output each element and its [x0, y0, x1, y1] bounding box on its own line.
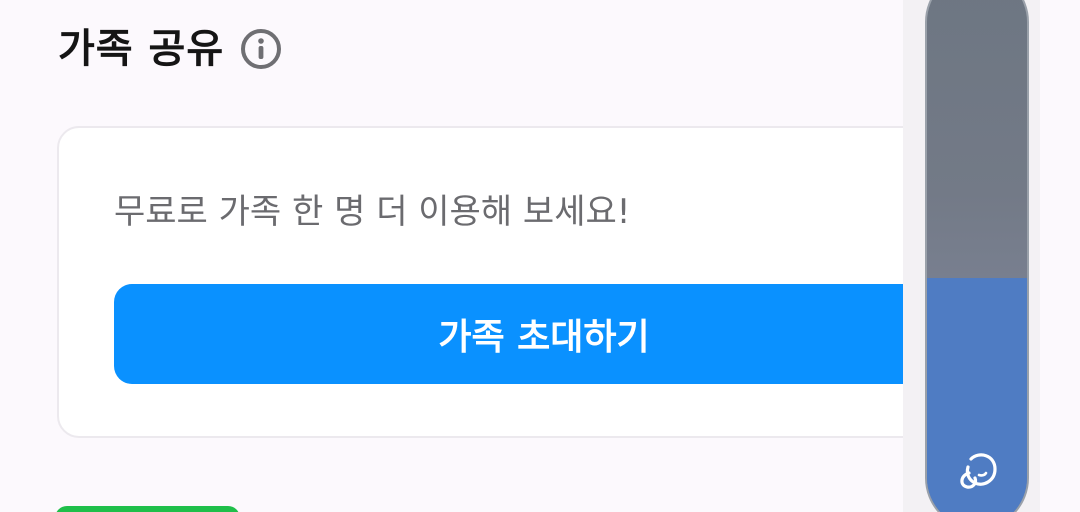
family-sharing-card: 무료로 가족 한 명 더 이용해 보세요! 가족 초대하기 — [57, 126, 994, 438]
info-icon[interactable] — [240, 28, 282, 70]
family-sharing-message: 무료로 가족 한 명 더 이용해 보세요! — [114, 192, 631, 232]
family-sharing-header: 가족 공유 — [58, 24, 282, 74]
assistant-bubble-icon[interactable] — [955, 447, 1001, 493]
invite-family-button[interactable]: 가족 초대하기 — [114, 284, 994, 384]
edge-handle[interactable] — [925, 0, 1029, 512]
app-screen: 가족 공유 무료로 가족 한 명 더 이용해 보세요! 가족 초대하기 — [0, 0, 1080, 512]
next-section-badge — [55, 506, 240, 512]
page-title: 가족 공유 — [58, 26, 225, 72]
